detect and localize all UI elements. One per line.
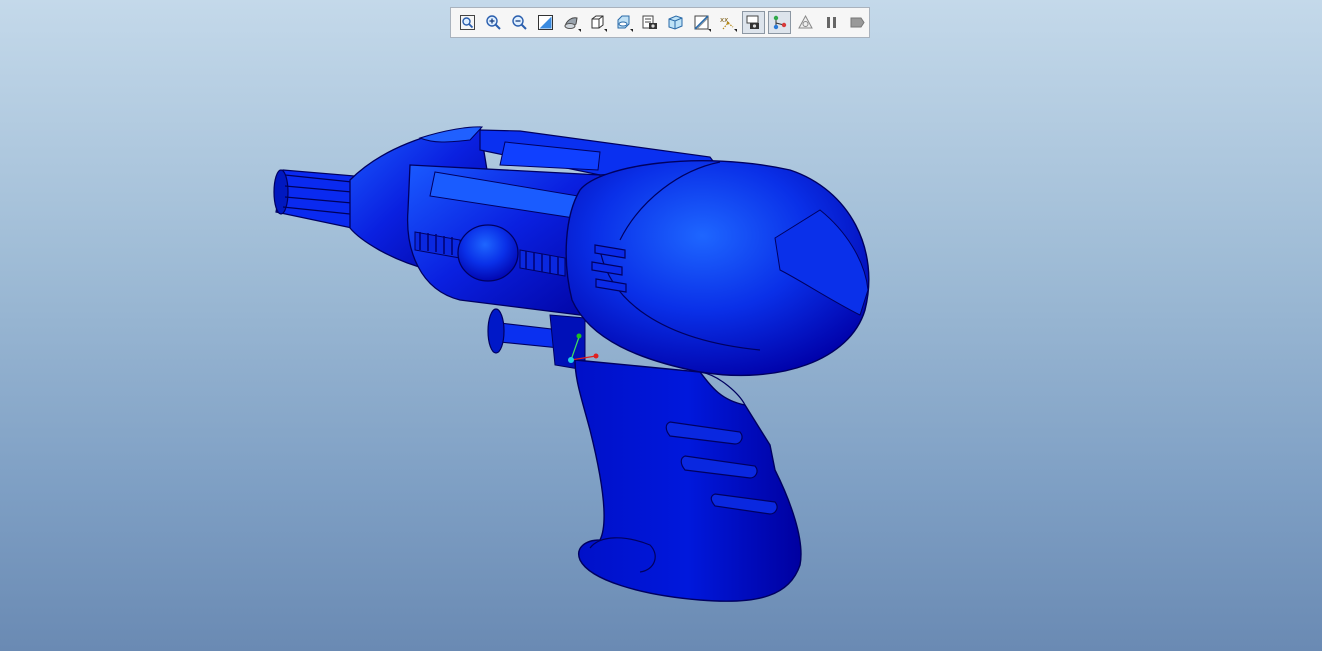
saved-orientations-button[interactable] [586,11,609,34]
repaint-icon [538,15,553,30]
y-axis-line [570,336,580,361]
nozzle [273,169,356,229]
z-axis-dot [568,357,574,363]
perspective-view-button[interactable] [664,11,687,34]
view-manager-icon [642,15,657,29]
pause-button[interactable] [820,11,843,34]
grip [574,359,802,602]
view-toolbar: xx [450,7,870,38]
datum-display-button[interactable]: xx [716,11,739,34]
zoom-in-icon [486,15,501,30]
x-axis-line [570,355,597,361]
y-axis-dot [576,333,582,339]
section-button[interactable] [690,11,713,34]
display-style-button[interactable] [560,11,583,34]
graphics-viewport[interactable]: xx [0,0,1322,651]
regenerate-icon [798,14,813,29]
next-button[interactable] [846,11,869,34]
zoom-out-button[interactable] [508,11,531,34]
perspective-icon [668,15,683,30]
annotation-display-button[interactable] [742,11,765,34]
coordinate-triad [568,333,599,363]
zoom-in-button[interactable] [482,11,505,34]
water-gun-model[interactable] [0,0,1322,651]
side-vents [591,244,627,293]
named-views-button[interactable] [612,11,635,34]
next-icon [850,17,865,28]
zoom-fit-icon [460,15,475,30]
view-manager-button[interactable] [638,11,661,34]
spin-center-icon [773,15,787,30]
x-axis-dot [593,353,599,359]
spin-center-button[interactable] [768,11,791,34]
pause-icon [827,17,836,28]
regenerate-button[interactable] [794,11,817,34]
annotation-display-icon [746,15,759,29]
repaint-button[interactable] [534,11,557,34]
zoom-out-icon [512,15,527,30]
zoom-fit-button[interactable] [456,11,479,34]
